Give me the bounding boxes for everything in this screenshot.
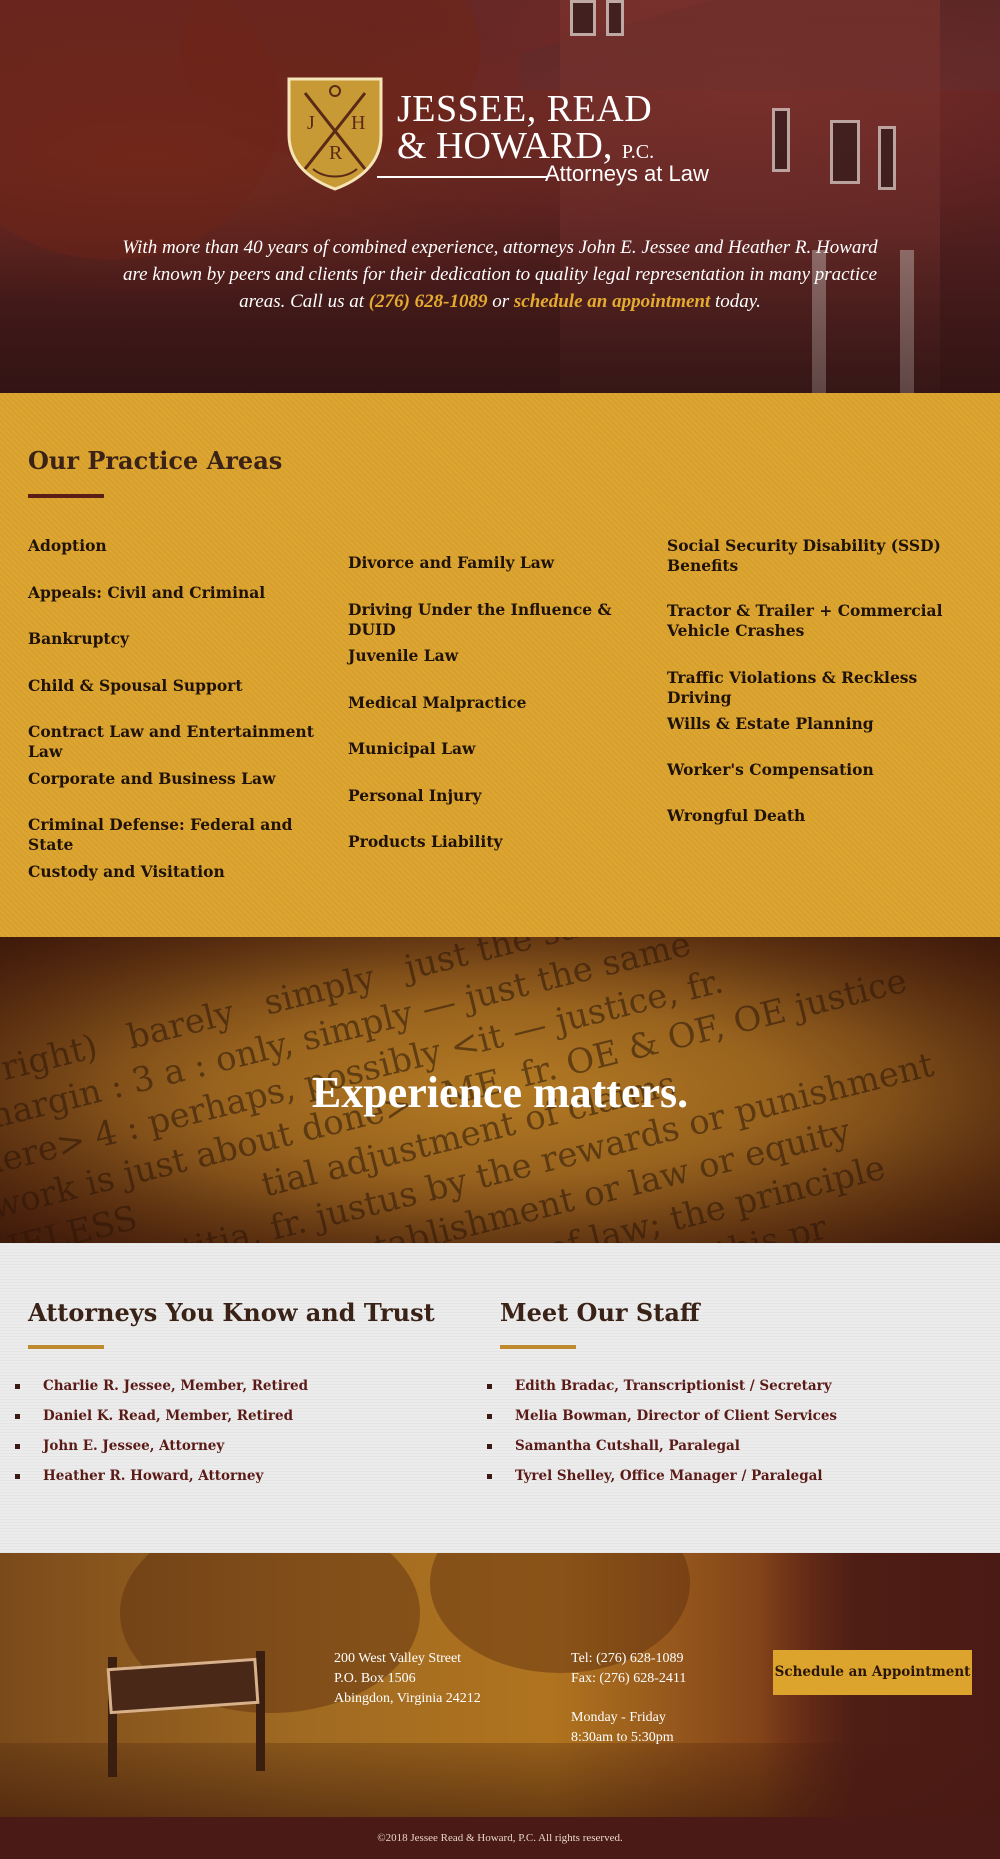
attorneys-staff-section: Attorneys You Know and Trust Charlie R. …	[0, 1243, 1000, 1553]
practice-area-link[interactable]: Municipal Law	[348, 739, 658, 763]
logo-divider	[377, 176, 547, 178]
fax-number: Fax: (276) 628-2411	[571, 1671, 687, 1686]
address-line: Abingdon, Virginia 24212	[334, 1691, 481, 1706]
practice-areas-column-3: Social Security Disability (SSD) Benefit…	[667, 536, 977, 852]
logo-tagline: Attorneys at Law	[545, 161, 709, 186]
title-underline	[28, 494, 104, 498]
staff-link[interactable]: Edith Bradac, Transcriptionist / Secreta…	[486, 1376, 837, 1406]
practice-area-link[interactable]: Contract Law and Entertainment Law	[28, 722, 338, 761]
practice-area-link[interactable]: Worker's Compensation	[667, 760, 977, 784]
attorney-link[interactable]: Charlie R. Jessee, Member, Retired	[14, 1376, 308, 1406]
practice-area-link[interactable]: Medical Malpractice	[348, 693, 658, 717]
hero-shade	[0, 0, 1000, 393]
footer-hours: Monday - Friday 8:30am to 5:30pm	[571, 1708, 674, 1748]
footer: 200 West Valley Street P.O. Box 1506 Abi…	[0, 1553, 1000, 1817]
footer-contact: Tel: (276) 628-1089 Fax: (276) 628-2411	[571, 1649, 686, 1689]
practice-area-link[interactable]: Wrongful Death	[667, 806, 977, 830]
attorneys-title: Attorneys You Know and Trust	[28, 1298, 435, 1327]
staff-link[interactable]: Melia Bowman, Director of Client Service…	[486, 1406, 837, 1436]
attorney-link[interactable]: John E. Jessee, Attorney	[14, 1436, 308, 1466]
svg-text:J: J	[307, 112, 315, 134]
practice-areas-column-1: Adoption Appeals: Civil and Criminal Ban…	[28, 536, 338, 908]
hours-times: 8:30am to 5:30pm	[571, 1730, 674, 1745]
hero-section: J H R JESSEE, READ & HOWARD, P.C. Attorn…	[0, 0, 1000, 393]
logo-pc: P.C.	[621, 141, 655, 163]
firm-logo[interactable]: J H R JESSEE, READ & HOWARD, P.C. Attorn…	[285, 73, 725, 193]
practice-areas-column-2: Divorce and Family Law Driving Under the…	[348, 553, 658, 879]
phone-number[interactable]: Tel: (276) 628-1089	[571, 1649, 686, 1669]
svg-text:R: R	[329, 142, 343, 164]
practice-area-link[interactable]: Bankruptcy	[28, 629, 338, 653]
intro-text-middle: or	[487, 291, 514, 312]
practice-area-link[interactable]: Custody and Visitation	[28, 862, 338, 886]
practice-area-link[interactable]: Corporate and Business Law	[28, 769, 338, 793]
practice-area-link[interactable]: Products Liability	[348, 832, 658, 856]
practice-areas-title: Our Practice Areas	[28, 446, 283, 475]
practice-area-link[interactable]: Divorce and Family Law	[348, 553, 658, 577]
practice-areas-section: Our Practice Areas Adoption Appeals: Civ…	[0, 393, 1000, 937]
practice-area-link[interactable]: Social Security Disability (SSD) Benefit…	[667, 536, 977, 579]
phone-link[interactable]: (276) 628-1089	[369, 291, 488, 312]
logo-wordmark: JESSEE, READ & HOWARD, P.C.	[397, 88, 655, 171]
practice-area-link[interactable]: Appeals: Civil and Criminal	[28, 583, 338, 607]
shield-logo-icon: J H R	[287, 77, 383, 191]
staff-link[interactable]: Tyrel Shelley, Office Manager / Paralega…	[486, 1466, 837, 1496]
attorney-link[interactable]: Daniel K. Read, Member, Retired	[14, 1406, 308, 1436]
staff-title: Meet Our Staff	[500, 1298, 700, 1327]
address-line: P.O. Box 1506	[334, 1671, 416, 1686]
practice-area-link[interactable]: Traffic Violations & Reckless Driving	[667, 668, 977, 707]
title-underline	[500, 1345, 576, 1349]
practice-area-link[interactable]: Tractor & Trailer + Commercial Vehicle C…	[667, 601, 977, 644]
banner-headline: Experience matters.	[311, 1068, 689, 1117]
practice-area-link[interactable]: Wills & Estate Planning	[667, 714, 977, 738]
address-line: 200 West Valley Street	[334, 1651, 462, 1666]
practice-area-link[interactable]: Child & Spousal Support	[28, 676, 338, 700]
staff-link[interactable]: Samantha Cutshall, Paralegal	[486, 1436, 837, 1466]
practice-area-link[interactable]: Juvenile Law	[348, 646, 658, 670]
copyright-bar: ©2018 Jessee Read & Howard, P.C. All rig…	[0, 1817, 1000, 1859]
footer-address: 200 West Valley Street P.O. Box 1506 Abi…	[334, 1649, 481, 1709]
staff-list: Edith Bradac, Transcriptionist / Secreta…	[486, 1376, 837, 1496]
logo-line-1: JESSEE, READ	[397, 88, 653, 130]
intro-text-end: today.	[710, 291, 761, 312]
practice-area-link[interactable]: Driving Under the Influence & DUID	[348, 600, 658, 639]
schedule-appointment-link[interactable]: schedule an appointment	[514, 291, 710, 312]
intro-paragraph: With more than 40 years of combined expe…	[110, 234, 890, 315]
practice-area-link[interactable]: Personal Injury	[348, 786, 658, 810]
attorney-link[interactable]: Heather R. Howard, Attorney	[14, 1466, 308, 1496]
attorneys-list: Charlie R. Jessee, Member, Retired Danie…	[14, 1376, 308, 1496]
title-underline	[28, 1345, 104, 1349]
sign-post	[256, 1651, 265, 1771]
hours-days: Monday - Friday	[571, 1710, 666, 1725]
svg-text:H: H	[351, 112, 365, 134]
practice-area-link[interactable]: Criminal Defense: Federal and State	[28, 815, 338, 854]
schedule-appointment-button[interactable]: Schedule an Appointment	[773, 1650, 972, 1695]
experience-banner: right) barely simply just the same margi…	[0, 937, 1000, 1243]
practice-area-link[interactable]: Adoption	[28, 536, 338, 560]
